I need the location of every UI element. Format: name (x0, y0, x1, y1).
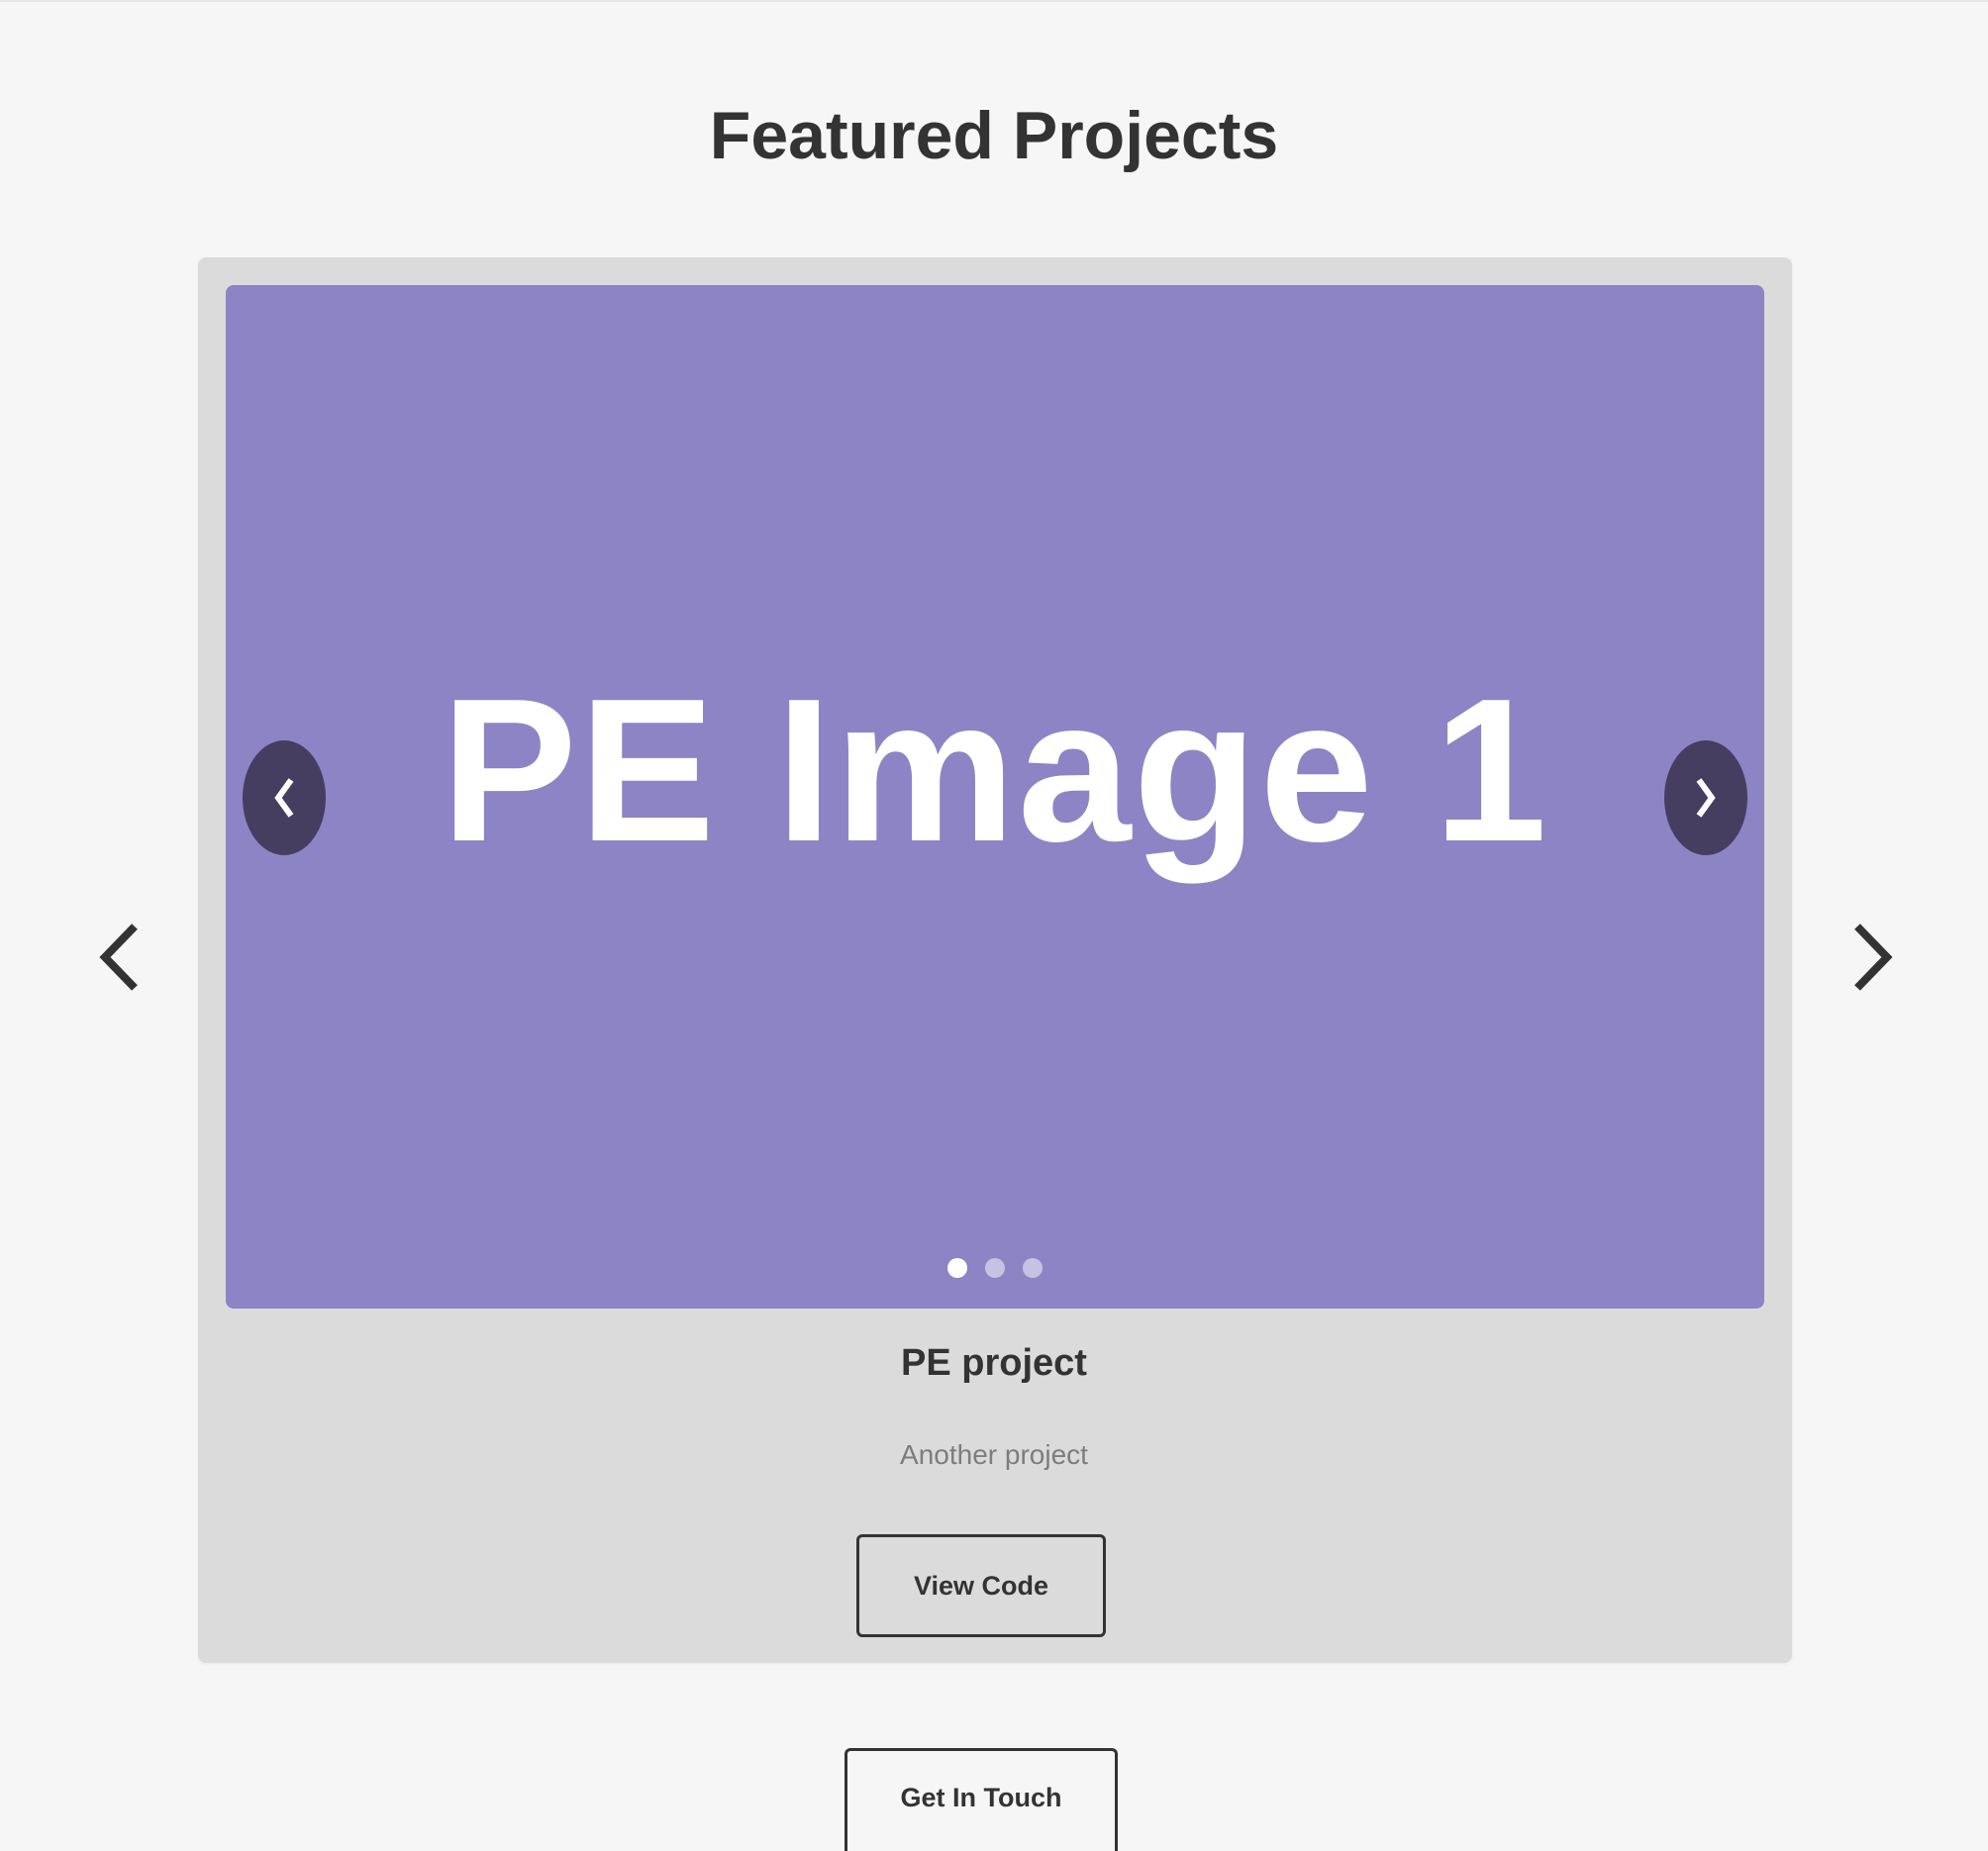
view-code-button[interactable]: View Code (856, 1534, 1106, 1637)
slide-dot-2[interactable] (985, 1258, 1005, 1278)
slide-indicators (226, 1258, 1764, 1278)
image-next-button[interactable] (1664, 740, 1747, 855)
section-title: Featured Projects (709, 98, 1279, 173)
get-in-touch-button[interactable]: Get In Touch (845, 1748, 1118, 1851)
chevron-right-icon (1696, 778, 1716, 818)
chevron-right-icon (1854, 924, 1893, 991)
slide-dot-1[interactable] (947, 1258, 967, 1278)
project-image-placeholder: PE Image 1 (441, 656, 1549, 884)
project-title: PE project (901, 1342, 1087, 1384)
carousel-next-button[interactable] (1836, 913, 1905, 1002)
image-prev-button[interactable] (243, 740, 326, 855)
slide-dot-3[interactable] (1023, 1258, 1043, 1278)
chevron-left-icon (99, 924, 138, 991)
project-image-slide: PE Image 1 (226, 285, 1764, 1309)
projects-page: Featured Projects PE Image 1 PE project … (0, 0, 1988, 1851)
chevron-left-icon (274, 778, 294, 818)
carousel-prev-button[interactable] (87, 913, 156, 1002)
project-description: Another project (900, 1439, 1088, 1470)
